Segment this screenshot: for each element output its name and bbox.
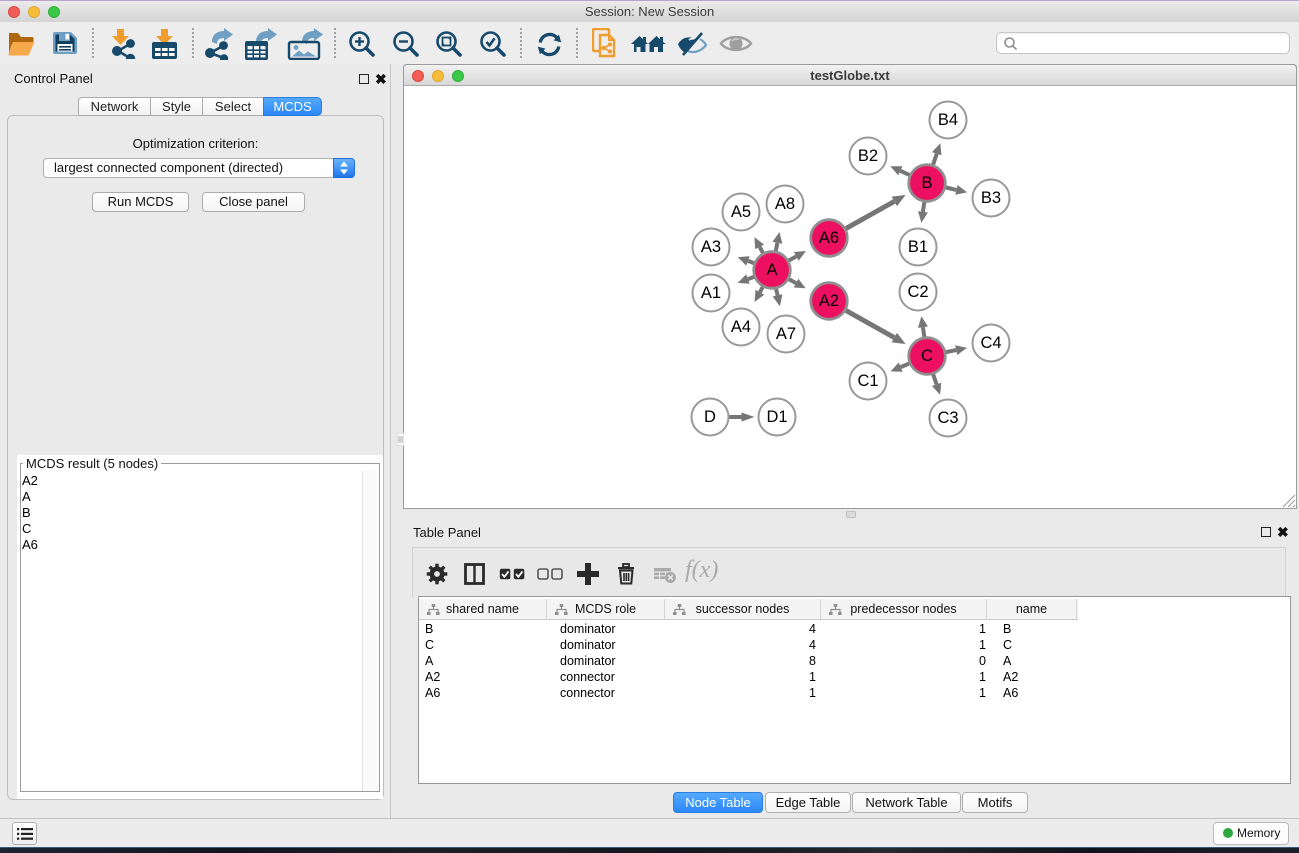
svg-text:A3: A3: [701, 238, 721, 256]
svg-text:B3: B3: [981, 189, 1001, 207]
svg-text:A1: A1: [701, 284, 721, 302]
svg-text:B: B: [921, 174, 932, 192]
svg-text:A6: A6: [819, 229, 839, 247]
svg-text:A7: A7: [776, 325, 796, 343]
svg-text:B1: B1: [908, 238, 928, 256]
svg-text:A2: A2: [819, 292, 839, 310]
svg-text:C2: C2: [907, 283, 928, 301]
svg-text:C3: C3: [937, 409, 958, 427]
svg-text:A: A: [766, 261, 777, 279]
svg-text:A4: A4: [731, 318, 751, 336]
svg-text:C: C: [921, 347, 933, 365]
svg-text:B2: B2: [858, 147, 878, 165]
svg-text:C4: C4: [980, 334, 1001, 352]
svg-text:C1: C1: [857, 372, 878, 390]
svg-text:D: D: [704, 408, 716, 426]
svg-text:A5: A5: [731, 203, 751, 221]
svg-text:D1: D1: [766, 408, 787, 426]
svg-text:B4: B4: [938, 111, 958, 129]
svg-text:A8: A8: [775, 195, 795, 213]
